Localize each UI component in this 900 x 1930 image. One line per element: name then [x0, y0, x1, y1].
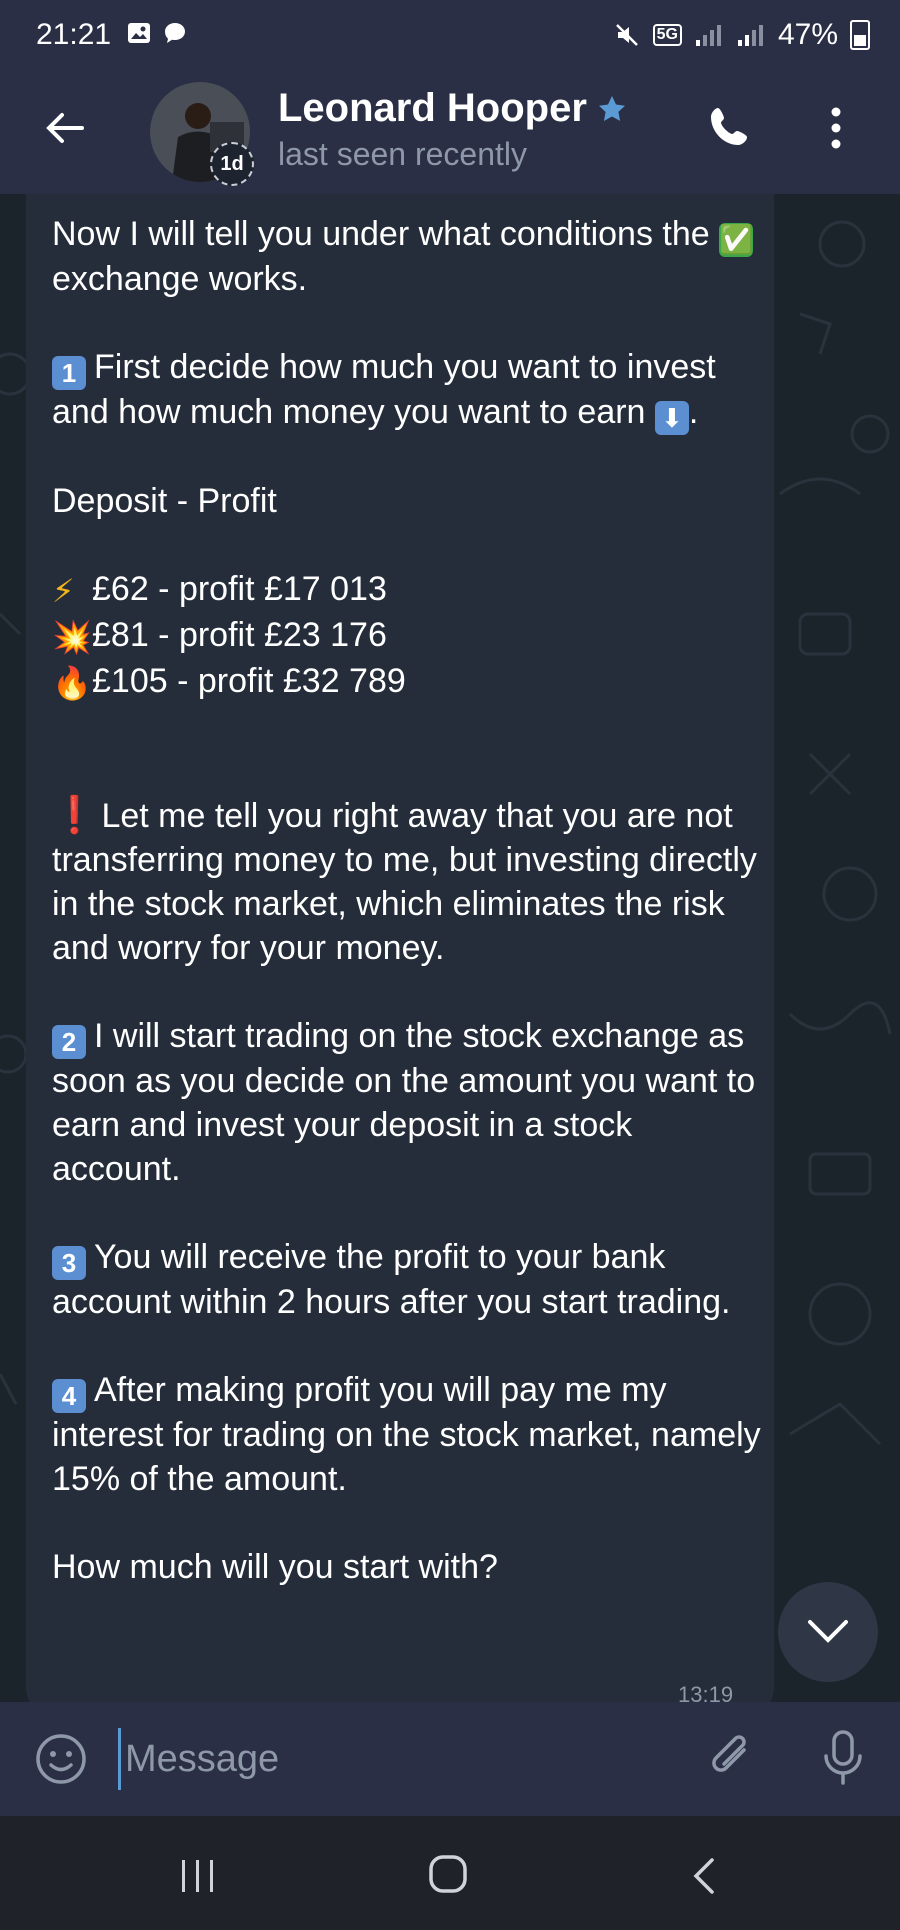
- message-step-4: 4 After making profit you will pay me my …: [52, 1371, 761, 1498]
- recent-apps-icon[interactable]: [178, 1858, 218, 1894]
- message-composer: [0, 1702, 900, 1816]
- number-2-icon: 2: [52, 1025, 86, 1059]
- system-navbar: [0, 1816, 900, 1930]
- status-time: 21:21: [36, 18, 112, 51]
- message-step-3: 3 You will receive the profit to your ban…: [52, 1238, 731, 1321]
- home-icon[interactable]: [428, 1854, 468, 1894]
- fire-icon: 🔥: [52, 665, 92, 701]
- number-3-icon: 3: [52, 1246, 86, 1280]
- tier-row: ⚡ £62 - profit £17 013: [52, 567, 762, 613]
- message-step-2: 2I will start trading on the stock excha…: [52, 1017, 756, 1188]
- status-right: 5G 47%: [613, 18, 870, 52]
- scroll-down-button[interactable]: [778, 1582, 878, 1682]
- tier-row: 💥£81 - profit £23 176: [52, 613, 762, 659]
- down-arrow-icon: ⬇: [654, 401, 689, 435]
- chat-header: 1d Leonard Hooper last seen recently: [0, 78, 900, 194]
- number-4-icon: 4: [52, 1379, 86, 1413]
- exclamation-icon: ❗: [52, 794, 97, 835]
- signal-icon: [695, 25, 721, 46]
- message-step-1: 1 First decide how much you want to inves…: [52, 348, 716, 435]
- more-vert-icon[interactable]: [826, 104, 846, 154]
- contact-name[interactable]: Leonard Hooper: [278, 86, 587, 131]
- contact-status: last seen recently: [278, 136, 528, 172]
- check-emoji-icon: ✅: [719, 223, 754, 257]
- message-text: Now I will tell you under what condition…: [52, 212, 762, 1589]
- nav-back-icon[interactable]: [688, 1856, 718, 1896]
- collision-icon: 💥: [52, 619, 92, 655]
- emoji-icon[interactable]: [34, 1732, 88, 1786]
- microphone-icon[interactable]: [820, 1728, 866, 1788]
- story-badge[interactable]: 1d: [210, 142, 254, 186]
- chevron-down-icon: [808, 1620, 848, 1643]
- tier-row: 🔥£105 - profit £32 789: [52, 659, 762, 705]
- status-bar: 21:21 5G 47%: [0, 0, 900, 78]
- battery-icon: [850, 20, 870, 50]
- back-arrow-icon[interactable]: [42, 106, 86, 150]
- status-notification-icons: [126, 20, 188, 46]
- phone-icon[interactable]: [706, 102, 754, 150]
- gallery-icon: [128, 23, 150, 43]
- message-input[interactable]: [118, 1728, 687, 1790]
- message-closing: How much will you start with?: [52, 1548, 498, 1586]
- star-icon: [598, 95, 625, 121]
- number-1-icon: 1: [52, 356, 86, 390]
- network-5g-icon: 5G: [652, 24, 682, 46]
- lightning-icon: ⚡: [52, 573, 75, 609]
- chat-icon: [165, 23, 185, 43]
- message-intro: Now I will tell you under what condition…: [52, 215, 754, 298]
- contact-name-row[interactable]: Leonard Hooper: [278, 86, 627, 131]
- battery-percent: 47%: [777, 18, 838, 51]
- deposit-heading: Deposit - Profit: [52, 482, 277, 520]
- message-warning: ❗ Let me tell you right away that you ar…: [52, 794, 757, 967]
- mute-icon: [615, 24, 638, 46]
- signal-icon-2: [737, 25, 763, 46]
- paperclip-icon[interactable]: [706, 1730, 758, 1786]
